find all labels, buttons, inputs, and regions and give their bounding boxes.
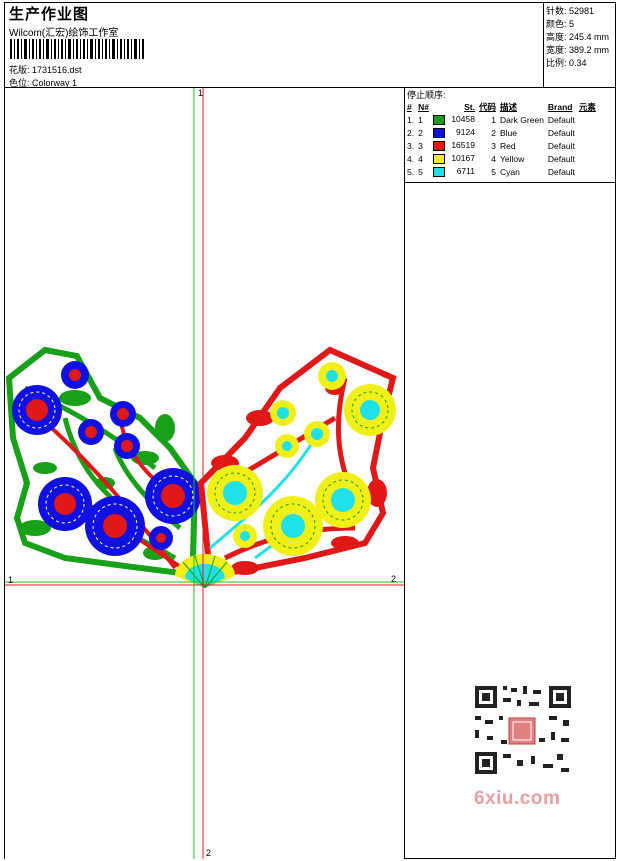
row-description: Dark Green [499,114,544,125]
row-index: 5. [407,166,415,177]
row-needle: 5 [418,166,423,177]
row-description: Blue [499,127,517,138]
table-header: # N# St. 代码 描述 Brand 元素 [405,100,598,113]
row-stitches: 16519 [451,140,475,151]
stats-block: 针数: 52981 颜色: 5 高度: 245.4 mm 宽度: 389.2 m… [546,5,609,70]
row-brand: Default [547,114,575,125]
color-swatch [432,140,445,151]
watermark: 6xiu.com [474,788,561,809]
company-name: Wilcom(汇宏)绘饰工作室 [9,28,119,39]
col-brand: Brand [547,101,573,112]
axis-label-right: 2 [391,574,397,584]
embroidery-canvas [5,88,404,859]
row-code: 5 [491,166,496,177]
row-brand: Default [547,166,575,177]
color-swatch [432,153,445,164]
row-stitches: 10458 [451,114,475,125]
row-index: 4. [407,153,415,164]
barcode [10,39,144,59]
table-row: 5. 5 6711 5 Cyan Default [405,165,598,178]
axis-label-top: 1 [198,88,204,98]
design-height: 高度: 245.4 mm [546,32,610,42]
row-index: 1. [407,114,415,125]
color-count: 颜色: 5 [546,19,575,29]
axis-label-bottom: 2 [206,848,212,858]
row-description: Yellow [499,153,525,164]
col-code: 代码 [478,101,496,112]
color-swatch [432,127,445,138]
table-row: 1. 1 10458 1 Dark Green Default [405,113,598,126]
col-stitches: St. [464,101,475,112]
row-needle: 1 [418,114,423,125]
table-row: 2. 2 9124 2 Blue Default [405,126,598,139]
qr-code [467,680,579,780]
design-width: 宽度: 389.2 mm [546,45,610,55]
col-description: 描述 [499,101,517,112]
col-element: 元素 [578,101,596,112]
design-preview: 1 2 1 2 [5,88,405,859]
axis-label-left: 1 [8,575,14,585]
sheet-title: 生产作业图 [9,6,90,23]
row-needle: 4 [418,153,423,164]
color-swatch [432,166,445,177]
col-needle: N# [418,101,429,112]
design-scale: 比例: 0.34 [546,58,587,68]
row-index: 3. [407,140,415,151]
row-stitches: 10167 [451,153,475,164]
col-index: # [407,101,412,112]
table-row: 4. 4 10167 4 Yellow Default [405,152,598,165]
row-code: 4 [491,153,496,164]
row-needle: 2 [418,127,423,138]
color-swatch [432,114,445,125]
row-brand: Default [547,140,575,151]
row-description: Cyan [499,166,520,177]
stitch-count: 针数: 52981 [546,6,595,16]
stop-sequence-table: # N# St. 代码 描述 Brand 元素 1. 1 10458 1 Dark Gr… [405,100,598,178]
design-file-label: 花版: 1731516.dst [9,65,82,75]
table-row: 3. 3 16519 3 Red Default [405,139,598,152]
row-brand: Default [547,153,575,164]
stop-sequence-divider [405,182,615,183]
row-stitches: 9124 [456,127,475,138]
row-code: 2 [491,127,496,138]
row-stitches: 6711 [456,166,475,177]
header-divider [543,3,544,87]
header-panel: 生产作业图 Wilcom(汇宏)绘饰工作室 花版: 1731516.dst 色位… [4,2,616,88]
row-code: 1 [491,114,496,125]
row-code: 3 [491,140,496,151]
row-needle: 3 [418,140,423,151]
row-description: Red [499,140,516,151]
row-index: 2. [407,127,415,138]
row-brand: Default [547,127,575,138]
